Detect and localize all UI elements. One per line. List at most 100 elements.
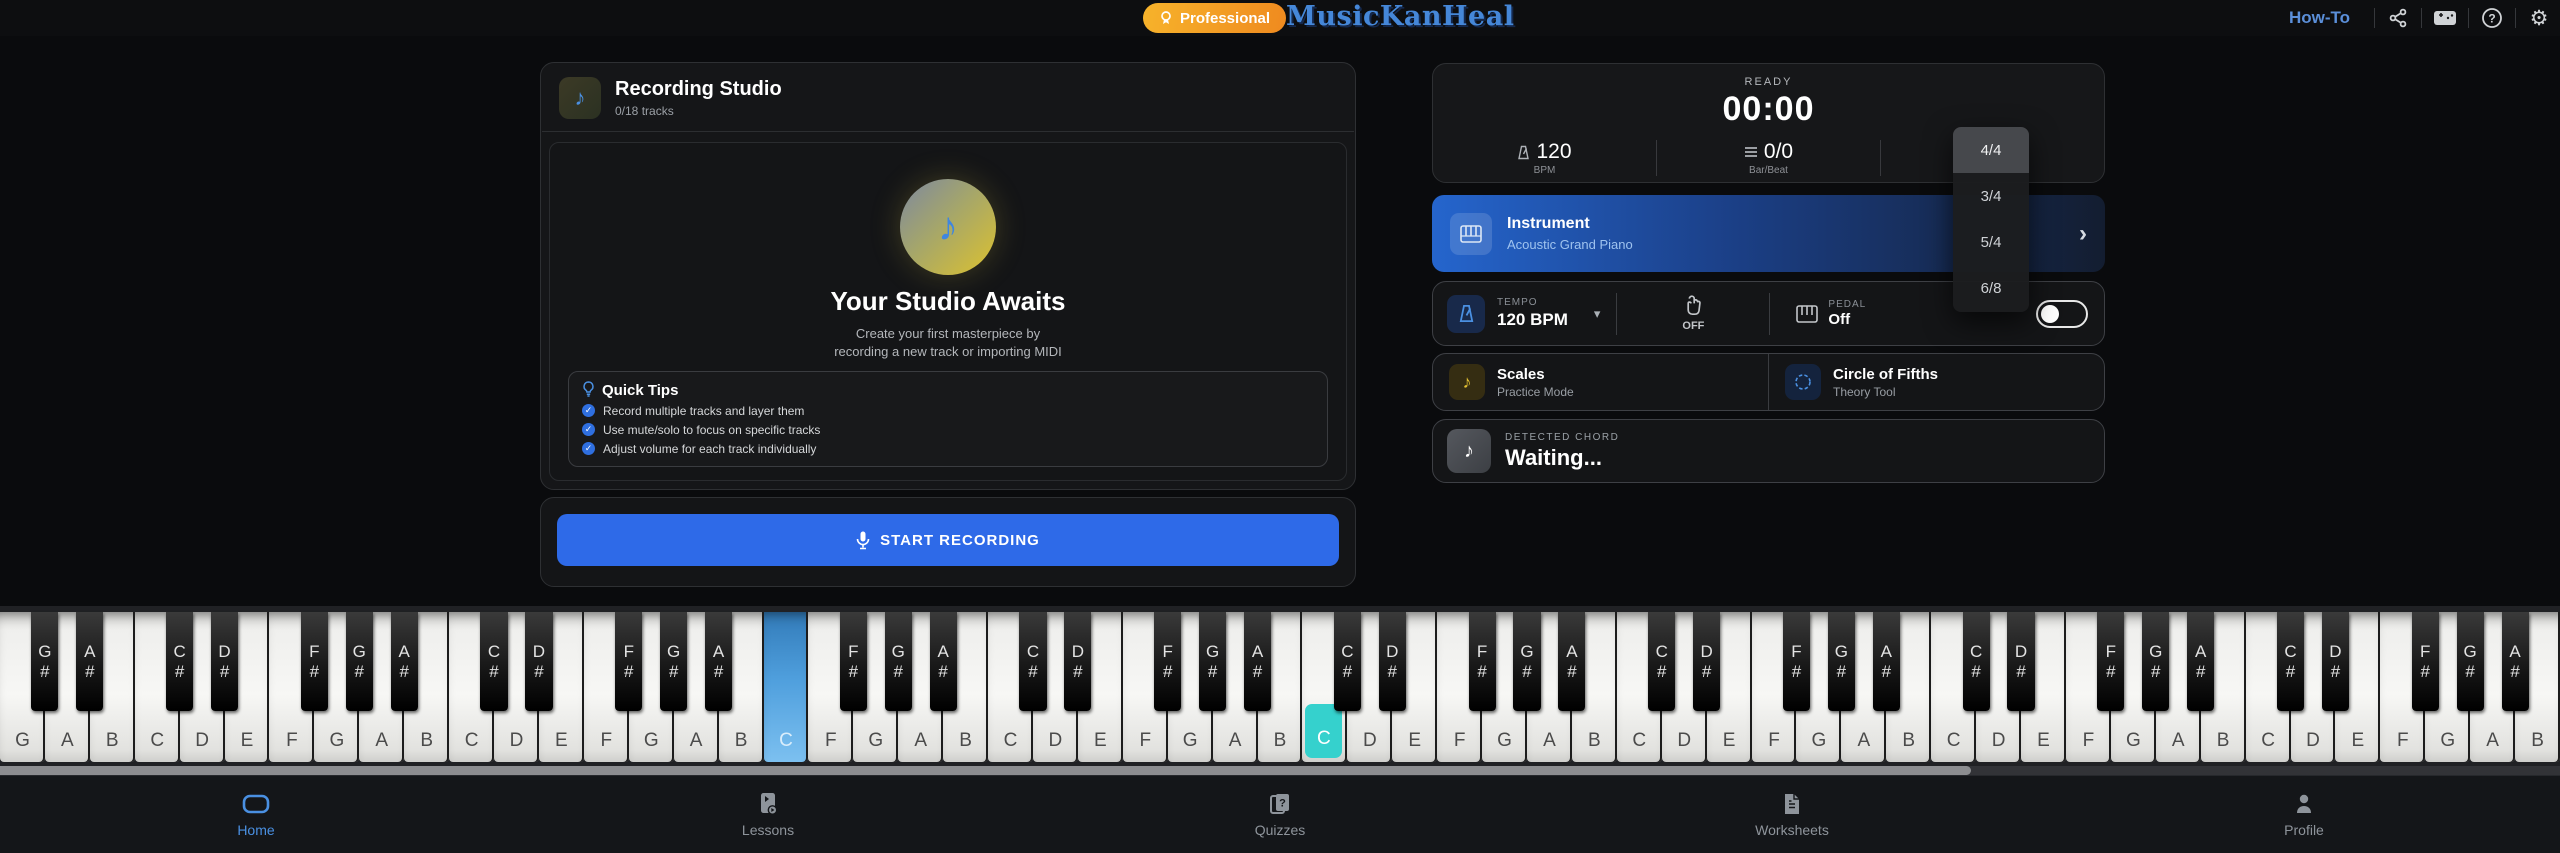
black-key[interactable]: G # <box>345 612 373 711</box>
share-icon[interactable] <box>2385 5 2411 31</box>
black-key[interactable]: D # <box>210 612 239 711</box>
nav-item-profile[interactable]: Profile <box>2048 776 2560 853</box>
black-key[interactable]: G # <box>660 612 688 711</box>
time-signature-option[interactable]: 5/4 <box>1953 219 2029 265</box>
black-key[interactable]: D # <box>1064 612 1092 711</box>
pedal-state: Off <box>1828 311 1851 328</box>
black-key[interactable]: C # <box>1019 612 1047 711</box>
black-key[interactable]: C # <box>1333 612 1361 711</box>
nav-item-quizzes[interactable]: ? Quizzes <box>1024 776 1536 853</box>
black-key[interactable]: D # <box>2321 612 2349 711</box>
black-key[interactable]: A # <box>1243 612 1272 711</box>
black-key[interactable]: G # <box>2456 612 2484 711</box>
black-key[interactable]: F # <box>1468 612 1496 711</box>
black-key[interactable]: G # <box>1827 612 1855 711</box>
black-key[interactable]: F # <box>2097 612 2125 711</box>
pedal-toggle[interactable] <box>2036 299 2088 328</box>
black-key[interactable]: C # <box>1648 612 1676 711</box>
metronome-toggle[interactable]: OFF <box>1633 295 1753 332</box>
time-signature-option[interactable]: 4/4 <box>1953 127 2029 173</box>
piano-keyboard-panel: G G # A A # B C C # D D # E F F # G G # A A # B C C # D D # E F F # G G # A A #… <box>0 606 2560 775</box>
black-key[interactable]: D # <box>525 612 553 711</box>
time-signature-option[interactable]: 3/4 <box>1953 173 2029 219</box>
record-card: START RECORDING <box>540 497 1356 587</box>
key-label: A <box>375 730 389 751</box>
nav-label: Worksheets <box>1755 821 1829 838</box>
key-label: A <box>914 730 928 751</box>
black-key[interactable]: G # <box>31 612 59 711</box>
key-label: D <box>1991 730 2006 751</box>
nav-item-home[interactable]: Home <box>0 776 512 853</box>
black-key[interactable]: G # <box>1199 612 1227 711</box>
divider <box>2515 8 2516 28</box>
black-key[interactable]: C # <box>166 612 194 711</box>
nav-label: Quizzes <box>1254 821 1306 838</box>
key-label: B <box>105 730 119 751</box>
key-label: B <box>2531 730 2544 751</box>
key-label: G <box>643 730 659 751</box>
professional-badge: Professional <box>1143 3 1287 33</box>
midi-device-icon[interactable] <box>2432 5 2458 31</box>
settings-icon[interactable]: ⚙ <box>2526 5 2552 31</box>
quick-tip-item: ✓ Record multiple tracks and layer them <box>582 401 1314 420</box>
nav-item-lessons[interactable]: Lessons <box>512 776 1024 853</box>
circle-of-fifths-button[interactable]: Circle of Fifths Theory Tool <box>1768 354 2104 410</box>
empty-state-heading: Your Studio Awaits <box>830 286 1066 316</box>
help-icon[interactable]: ? <box>2479 5 2505 31</box>
key-label: E <box>2351 730 2365 751</box>
black-key[interactable]: G # <box>884 612 912 711</box>
studio-empty-state: ♪ Your Studio Awaits Create your first m… <box>549 142 1347 481</box>
bottom-navigation: Home Lessons? Quizzes Worksheets Profile <box>0 775 2560 853</box>
black-key[interactable]: C # <box>1962 612 1990 711</box>
quick-tips-title: Quick Tips <box>602 381 679 399</box>
top-bar: Professional MusicKanHeal How-To ? ⚙ <box>0 0 2560 36</box>
scales-button[interactable]: ♪ Scales Practice Mode <box>1433 354 1768 410</box>
black-key[interactable]: D # <box>1378 612 1406 711</box>
key-label: A <box>689 730 703 751</box>
track-count: 0/18 tracks <box>615 104 674 118</box>
key-label: B <box>420 730 433 751</box>
black-key[interactable]: A # <box>2187 612 2215 711</box>
black-key[interactable]: F # <box>615 612 643 711</box>
medal-icon <box>1161 11 1171 24</box>
worksheets-icon <box>1782 792 1802 816</box>
detected-chord-label: DETECTED CHORD <box>1505 431 1620 443</box>
recording-studio-title: Recording Studio <box>615 78 782 100</box>
keyboard-scrollbar-thumb[interactable] <box>0 766 1972 775</box>
black-key[interactable]: G # <box>2142 612 2170 711</box>
black-key[interactable]: A # <box>1872 612 1900 711</box>
black-key[interactable]: A # <box>390 612 418 711</box>
key-label: D <box>1048 730 1063 751</box>
key-label: G <box>868 730 884 751</box>
black-key[interactable]: D # <box>1693 612 1721 711</box>
start-recording-button[interactable]: START RECORDING <box>557 514 1339 566</box>
black-key[interactable]: C # <box>480 612 508 711</box>
black-key[interactable]: F # <box>300 612 328 711</box>
key-label: A <box>61 730 74 751</box>
black-key[interactable]: D # <box>2007 612 2035 711</box>
key-label: A <box>2171 730 2185 751</box>
app-logo: MusicKanHeal <box>1286 1 1515 32</box>
black-key[interactable]: F # <box>1782 612 1811 711</box>
black-key[interactable]: A # <box>1558 612 1586 711</box>
black-key[interactable]: C # <box>2276 612 2305 711</box>
black-key[interactable]: A # <box>2501 612 2529 711</box>
black-key[interactable]: F # <box>1154 612 1182 711</box>
key-label: G <box>2125 730 2141 751</box>
black-key[interactable]: G # <box>1513 612 1541 711</box>
tempo-selector[interactable]: TEMPO 120 BPM <box>1497 297 1568 330</box>
time-signature-option[interactable]: 6/8 <box>1953 265 2029 311</box>
black-key[interactable]: F # <box>839 612 867 711</box>
black-key[interactable]: A # <box>705 612 733 711</box>
black-key[interactable]: F # <box>2411 612 2439 711</box>
key-label: A <box>1543 730 1556 751</box>
how-to-link[interactable]: How-To <box>2275 8 2364 28</box>
professional-badge-label: Professional <box>1180 9 1271 27</box>
black-key[interactable]: A # <box>929 612 957 711</box>
nav-item-worksheets[interactable]: Worksheets <box>1536 776 2048 853</box>
black-key[interactable]: A # <box>76 612 104 711</box>
empty-state-description: Create your first masterpiece by recordi… <box>834 326 1062 359</box>
key-label: B <box>1588 730 1601 751</box>
key-label: F <box>825 730 837 751</box>
white-key-blue-highlight[interactable]: C <box>763 612 809 762</box>
